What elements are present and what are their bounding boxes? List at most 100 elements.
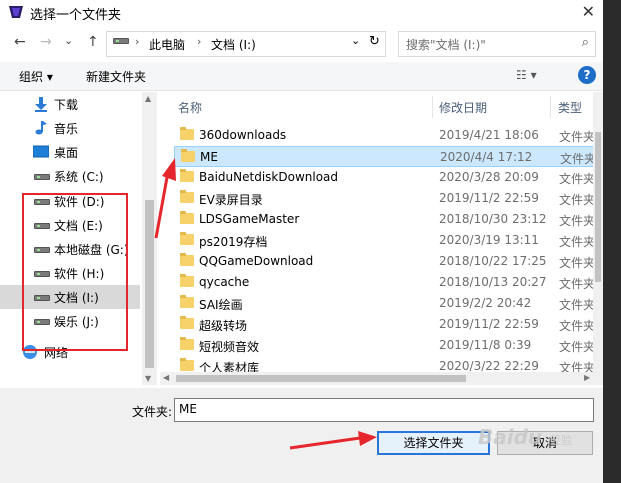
file-type: 文件夹	[559, 214, 596, 228]
file-name: LDSGameMaster	[199, 212, 300, 226]
folder-icon	[180, 295, 194, 308]
chevron-right-icon: ›	[197, 35, 202, 48]
folder-icon	[180, 190, 194, 203]
file-row-baidunetdiskdownload[interactable]: BaiduNetdiskDownload 2020/3/28 20:09 文件夹	[174, 167, 596, 188]
file-row-me[interactable]: ME 2020/4/4 17:12 文件夹	[174, 146, 597, 167]
file-row-ev-recordings[interactable]: EV录屏目录 2019/11/2 22:59 文件夹	[174, 188, 596, 209]
file-list-scroll-thumb[interactable]	[595, 132, 601, 282]
column-header-type[interactable]: 类型	[558, 99, 582, 127]
drive-icon	[113, 38, 129, 44]
file-list: 名称 ⌃ 修改日期 类型 360downloads 2019/4/21 18:0…	[160, 92, 603, 385]
file-type: 文件夹	[559, 235, 596, 249]
file-row-short-video-sfx[interactable]: 短视频音效 2019/11/8 0:39 文件夹	[174, 335, 596, 356]
file-row-sai-painting[interactable]: SAI绘画 2019/2/2 20:42 文件夹	[174, 293, 596, 314]
up-icon[interactable]: ↑	[87, 34, 99, 50]
column-header-name[interactable]: 名称	[178, 99, 202, 127]
scroll-up-icon[interactable]: ▲	[145, 94, 151, 103]
file-date: 2019/11/8 0:39	[439, 338, 532, 352]
address-dropdown-icon[interactable]: ⌄	[351, 34, 360, 47]
sidebar-item-label: 系统 (C:)	[54, 170, 104, 184]
file-name: SAI绘画	[199, 298, 243, 312]
file-date: 2020/4/4 17:12	[440, 150, 533, 164]
file-name: BaiduNetdiskDownload	[199, 170, 339, 184]
column-divider[interactable]	[550, 96, 551, 118]
breadcrumb-this-pc[interactable]: 此电脑	[149, 36, 185, 53]
sidebar-scroll-thumb[interactable]	[145, 200, 154, 368]
column-divider[interactable]	[432, 96, 433, 118]
sidebar-item-label: 下载	[54, 98, 79, 112]
folder-icon	[180, 316, 194, 329]
file-date: 2018/10/30 23:12	[439, 212, 547, 226]
horizontal-scroll-thumb[interactable]	[176, 375, 466, 382]
sidebar-item-drive-c[interactable]: 系统 (C:)	[0, 164, 140, 188]
folder-icon	[180, 127, 194, 140]
file-name: 短视频音效	[199, 340, 260, 354]
file-date: 2020/3/19 13:11	[439, 233, 539, 247]
help-icon[interactable]: ?	[578, 66, 596, 84]
horizontal-scrollbar[interactable]: ◀ ▶	[160, 372, 603, 385]
organize-menu[interactable]: 组织 ▾	[19, 68, 53, 85]
sidebar-item-label: 音乐	[54, 122, 79, 136]
folder-icon	[181, 149, 195, 162]
file-type: 文件夹	[559, 130, 596, 144]
red-annotation-box	[22, 193, 128, 351]
file-date: 2019/2/2 20:42	[439, 296, 532, 310]
scroll-left-icon[interactable]: ◀	[163, 373, 169, 382]
back-icon[interactable]: ←	[14, 34, 26, 50]
folder-icon	[180, 253, 194, 266]
search-input[interactable]: 搜索"文档 (I:)" ⌕	[398, 31, 596, 57]
sidebar-scrollbar[interactable]: ▲ ▼	[142, 92, 157, 385]
music-icon	[35, 121, 47, 135]
refresh-icon[interactable]: ↻	[369, 34, 380, 49]
sidebar-item-downloads[interactable]: 下载	[0, 92, 140, 116]
folder-field-label: 文件夹:	[132, 405, 173, 419]
file-type: 文件夹	[559, 319, 596, 333]
file-date: 2018/10/13 20:27	[439, 275, 547, 289]
file-type: 文件夹	[559, 172, 596, 186]
file-name: 超级转场	[199, 319, 248, 333]
sort-up-icon: ⌃	[296, 92, 305, 99]
close-icon[interactable]: ✕	[582, 2, 595, 21]
scroll-right-icon[interactable]: ▶	[584, 373, 590, 382]
file-row-qycache[interactable]: qycache 2018/10/13 20:27 文件夹	[174, 272, 595, 293]
desktop-icon	[33, 145, 49, 158]
file-row-ps2019-archive[interactable]: ps2019存档 2020/3/19 13:11 文件夹	[174, 230, 596, 251]
file-name: QQGameDownload	[199, 254, 314, 268]
address-bar[interactable]: › 此电脑 › 文档 (I:) ⌄ ↻	[106, 31, 386, 57]
file-row-qqgamedownload[interactable]: QQGameDownload 2018/10/22 17:25 文件夹	[174, 251, 596, 272]
file-date: 2020/3/28 20:09	[439, 170, 539, 184]
column-header-date[interactable]: 修改日期	[439, 99, 487, 127]
file-name: qycache	[199, 275, 250, 289]
file-date: 2019/11/2 22:59	[439, 317, 539, 331]
new-folder-button[interactable]: 新建文件夹	[86, 68, 146, 85]
file-list-scrollbar[interactable]	[593, 92, 603, 372]
folder-name-field[interactable]: ME	[174, 398, 594, 422]
sidebar-item-desktop[interactable]: 桌面	[0, 140, 140, 164]
sidebar-item-music[interactable]: 音乐	[0, 116, 140, 140]
file-name: 360downloads	[199, 128, 287, 142]
file-type: 文件夹	[559, 298, 596, 312]
file-type: 文件夹	[559, 256, 596, 270]
scroll-down-icon[interactable]: ▼	[145, 374, 151, 383]
file-row-super-transitions[interactable]: 超级转场 2019/11/2 22:59 文件夹	[174, 314, 596, 335]
forward-icon[interactable]: →	[40, 34, 52, 50]
file-name: EV录屏目录	[199, 193, 263, 207]
select-folder-button[interactable]: 选择文件夹	[377, 431, 490, 455]
file-type: 文件夹	[559, 340, 596, 354]
folder-icon	[180, 211, 194, 224]
file-date: 2019/4/21 18:06	[439, 128, 539, 142]
breadcrumb-drive-i[interactable]: 文档 (I:)	[211, 36, 256, 53]
view-options-icon[interactable]: ☷ ▾	[516, 68, 537, 82]
watermark-subtext: 经验	[550, 434, 572, 447]
file-name: ps2019存档	[199, 235, 268, 249]
file-type: 文件夹	[559, 193, 596, 207]
background-window-edge	[603, 0, 621, 483]
file-date: 2018/10/22 17:25	[439, 254, 547, 268]
file-type: 文件夹	[560, 152, 597, 166]
file-row-ldsgamemaster[interactable]: LDSGameMaster 2018/10/30 23:12 文件夹	[174, 209, 596, 230]
file-date: 2019/11/2 22:59	[439, 191, 539, 205]
file-name: ME	[200, 150, 218, 164]
recent-locations-icon[interactable]: ⌄	[64, 34, 73, 47]
file-row-360downloads[interactable]: 360downloads 2019/4/21 18:06 文件夹	[174, 125, 596, 146]
window-title: 选择一个文件夹	[30, 8, 122, 23]
